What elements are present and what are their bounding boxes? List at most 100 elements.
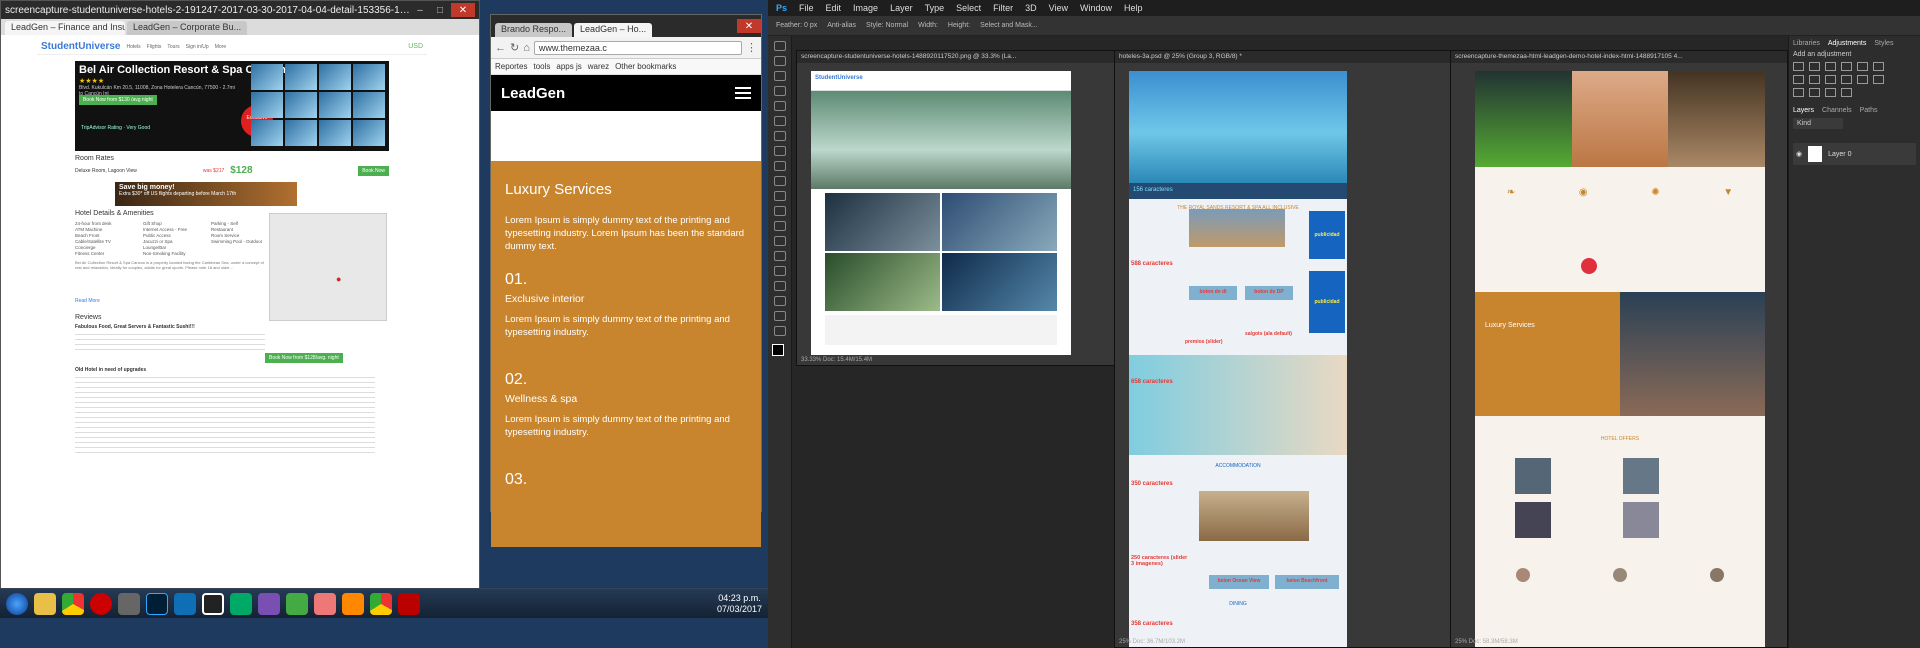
- shape-tool-icon[interactable]: [773, 296, 786, 306]
- tab-styles[interactable]: Styles: [1874, 40, 1893, 47]
- tab-brando[interactable]: Brando Respo...: [495, 23, 573, 37]
- gradient-map-icon[interactable]: [1825, 88, 1836, 97]
- su-nav-signin[interactable]: Sign in/Up: [186, 44, 209, 50]
- tab-channels[interactable]: Channels: [1822, 107, 1852, 114]
- app-icon[interactable]: [118, 592, 140, 615]
- ps-menu-item[interactable]: 3D: [1025, 3, 1037, 13]
- brush-tool-icon[interactable]: [773, 146, 786, 156]
- ps-menu-item[interactable]: Window: [1080, 3, 1112, 13]
- eyedropper-tool-icon[interactable]: [773, 116, 786, 126]
- exposure-icon[interactable]: [1841, 62, 1852, 71]
- tab-adjustments[interactable]: Adjustments: [1828, 40, 1867, 47]
- curves-icon[interactable]: [1825, 62, 1836, 71]
- close-icon[interactable]: ✕: [737, 19, 761, 33]
- hamburger-icon[interactable]: [735, 84, 751, 102]
- review-book-button[interactable]: Book Now from $128/avg. night: [265, 353, 343, 363]
- tab-leadgen-hotel[interactable]: LeadGen – Ho...: [574, 23, 653, 37]
- pen-tool-icon[interactable]: [773, 251, 786, 261]
- ps-menu-item[interactable]: Type: [925, 3, 945, 13]
- tab-layers[interactable]: Layers: [1793, 107, 1814, 114]
- su-nav-flights[interactable]: Flights: [147, 44, 162, 50]
- ps-option[interactable]: Anti-alias: [827, 22, 856, 29]
- app-icon[interactable]: [174, 592, 196, 615]
- eraser-tool-icon[interactable]: [773, 191, 786, 201]
- hotel-map[interactable]: ●: [269, 213, 387, 321]
- su-nav-tours[interactable]: Tours: [167, 44, 179, 50]
- invert-icon[interactable]: [1873, 75, 1884, 84]
- hotel-photo[interactable]: [353, 120, 385, 146]
- ps-menu-item[interactable]: Layer: [890, 3, 913, 13]
- hotel-photo[interactable]: [353, 64, 385, 90]
- tab-libraries[interactable]: Libraries: [1793, 40, 1820, 47]
- gradient-tool-icon[interactable]: [773, 206, 786, 216]
- type-tool-icon[interactable]: [773, 266, 786, 276]
- hotel-photo[interactable]: [319, 64, 351, 90]
- acrobat-icon[interactable]: [398, 592, 420, 615]
- bookmark-warez[interactable]: warez: [588, 62, 609, 71]
- ps-menu-item[interactable]: Filter: [993, 3, 1013, 13]
- su-logo[interactable]: StudentUniverse: [41, 41, 120, 52]
- hotel-photo-grid[interactable]: [251, 64, 385, 146]
- ps-document-1[interactable]: screencapture-studentuniverse-hotels-148…: [796, 50, 1134, 366]
- tab-leadgen-finance[interactable]: LeadGen – Finance and Insu...: [5, 21, 125, 35]
- ps-option[interactable]: Select and Mask...: [980, 22, 1038, 29]
- hotel-photo[interactable]: [353, 92, 385, 118]
- zoom-tool-icon[interactable]: [773, 326, 786, 336]
- crop-tool-icon[interactable]: [773, 101, 786, 111]
- ps-option[interactable]: Height:: [948, 22, 970, 29]
- app-icon[interactable]: [286, 592, 308, 615]
- posterize-icon[interactable]: [1793, 88, 1804, 97]
- image-viewer-titlebar[interactable]: screencapture-studentuniverse-hotels-2-1…: [1, 1, 479, 19]
- photoshop-icon[interactable]: [146, 592, 168, 615]
- document-canvas[interactable]: 156 caracteres THE ROYAL SANDS RESORT & …: [1129, 71, 1347, 647]
- threshold-icon[interactable]: [1809, 88, 1820, 97]
- maximize-icon[interactable]: □: [431, 3, 449, 17]
- lookup-icon[interactable]: [1857, 75, 1868, 84]
- hotel-photo[interactable]: [285, 92, 317, 118]
- hotel-photo[interactable]: [251, 64, 283, 90]
- bookmark-tools[interactable]: tools: [533, 62, 550, 71]
- app-icon[interactable]: [314, 592, 336, 615]
- ps-menu-item[interactable]: Select: [956, 3, 981, 13]
- hotel-photo[interactable]: [285, 64, 317, 90]
- heal-tool-icon[interactable]: [773, 131, 786, 141]
- hotel-photo[interactable]: [319, 120, 351, 146]
- ps-option[interactable]: Feather: 0 px: [776, 22, 817, 29]
- tab-leadgen-corporate[interactable]: LeadGen – Corporate Bu...: [127, 21, 247, 35]
- history-tool-icon[interactable]: [773, 176, 786, 186]
- app-icon[interactable]: [230, 592, 252, 615]
- opera-icon[interactable]: [90, 592, 112, 615]
- doc-tab[interactable]: screencapture-studentuniverse-hotels-148…: [797, 51, 1133, 63]
- eye-icon[interactable]: ◉: [1796, 150, 1802, 158]
- lasso-tool-icon[interactable]: [773, 71, 786, 81]
- path-tool-icon[interactable]: [773, 281, 786, 291]
- ps-document-2[interactable]: hoteles-3a.psd @ 25% (Group 3, RGB/8) * …: [1114, 50, 1458, 648]
- vibrance-icon[interactable]: [1857, 62, 1868, 71]
- stamp-tool-icon[interactable]: [773, 161, 786, 171]
- ps-menu-item[interactable]: Edit: [826, 3, 842, 13]
- layer-row[interactable]: ◉ Layer 0: [1793, 143, 1916, 165]
- channel-mixer-icon[interactable]: [1841, 75, 1852, 84]
- doc-tab[interactable]: screencapture-themezaa-html-leadgen-demo…: [1451, 51, 1787, 63]
- url-bar[interactable]: www.themezaa.c: [533, 40, 742, 55]
- blur-tool-icon[interactable]: [773, 221, 786, 231]
- ps-option[interactable]: Width:: [918, 22, 938, 29]
- su-nav-more[interactable]: More: [215, 44, 226, 50]
- bw-icon[interactable]: [1809, 75, 1820, 84]
- ps-menu-item[interactable]: File: [799, 3, 814, 13]
- screenshot-icon[interactable]: [202, 592, 224, 615]
- hotel-photo[interactable]: [251, 92, 283, 118]
- ps-menu-item[interactable]: Help: [1124, 3, 1143, 13]
- move-tool-icon[interactable]: [773, 41, 786, 51]
- bookmark-other[interactable]: Other bookmarks: [615, 62, 676, 71]
- currency-selector[interactable]: USD: [408, 43, 423, 50]
- back-icon[interactable]: ←: [495, 42, 506, 54]
- ps-menu-item[interactable]: Image: [853, 3, 878, 13]
- levels-icon[interactable]: [1809, 62, 1820, 71]
- home-icon[interactable]: ⌂: [523, 42, 530, 54]
- start-button[interactable]: [6, 592, 28, 615]
- app-icon[interactable]: [258, 592, 280, 615]
- document-canvas[interactable]: StudentUniverse: [811, 71, 1071, 355]
- wand-tool-icon[interactable]: [773, 86, 786, 96]
- hand-tool-icon[interactable]: [773, 311, 786, 321]
